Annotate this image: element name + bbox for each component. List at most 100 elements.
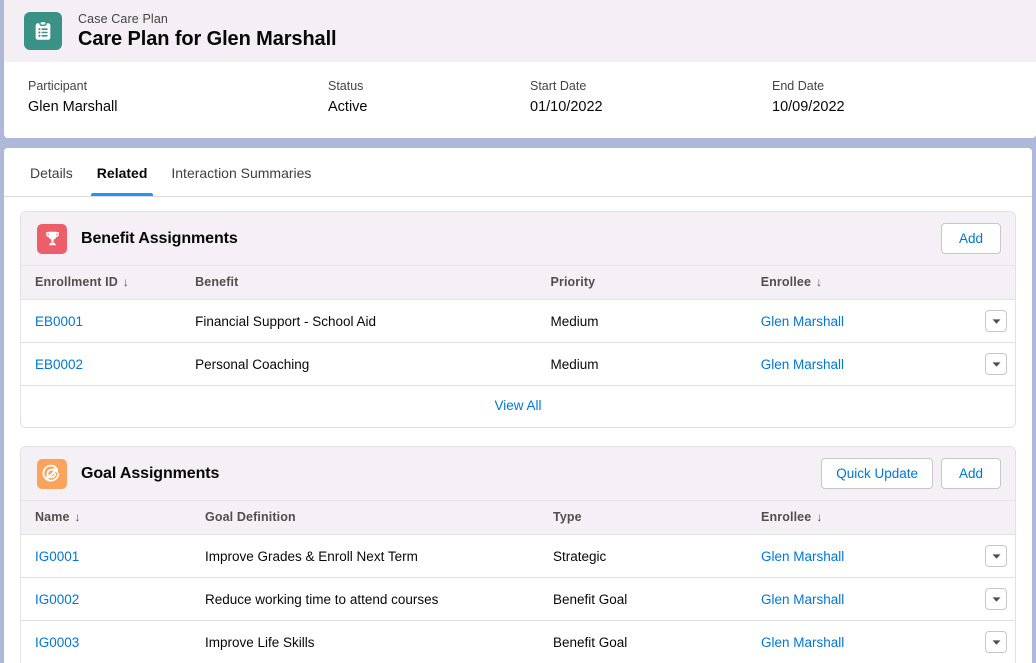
table-row: IG0003 Improve Life Skills Benefit Goal … xyxy=(21,620,1015,663)
benefit-assignments-table: Enrollment ID ↓ Benefit Priority Enrollee… xyxy=(21,266,1015,386)
row-actions-menu-button[interactable] xyxy=(985,353,1007,375)
record-link[interactable]: IG0002 xyxy=(35,592,79,607)
cell-row-actions xyxy=(957,577,1015,621)
column-header-enrollment-id[interactable]: Enrollment ID ↓ xyxy=(21,266,182,300)
cell-name: IG0001 xyxy=(21,534,191,578)
column-header-name[interactable]: Name ↓ xyxy=(21,501,191,535)
related-list-header: Goal Assignments Quick Update Add xyxy=(21,447,1015,501)
cell-type: Benefit Goal xyxy=(539,620,747,663)
tab-details[interactable]: Details xyxy=(18,164,85,196)
record-link[interactable]: Glen Marshall xyxy=(761,314,844,329)
cell-row-actions xyxy=(956,342,1015,386)
cell-row-actions xyxy=(956,299,1015,343)
field-label: Participant xyxy=(28,79,88,93)
record-link[interactable]: Glen Marshall xyxy=(761,549,844,564)
record-link[interactable]: IG0001 xyxy=(35,549,79,564)
tab-interaction-summaries[interactable]: Interaction Summaries xyxy=(159,164,323,196)
goal-target-icon xyxy=(37,458,67,489)
table-row: EB0001 Financial Support - School Aid Me… xyxy=(21,299,1015,343)
row-actions-menu-button[interactable] xyxy=(985,588,1007,610)
column-header-enrollee[interactable]: Enrollee ↓ xyxy=(747,501,957,535)
field-label: Status xyxy=(328,79,364,93)
record-link[interactable]: Glen Marshall xyxy=(761,635,844,650)
trophy-icon xyxy=(37,223,67,254)
related-list-title: Benefit Assignments xyxy=(81,229,238,247)
cell-row-actions xyxy=(957,620,1015,663)
table-header-row: Enrollment ID ↓ Benefit Priority Enrollee… xyxy=(21,266,1015,300)
field-status: Status Active xyxy=(328,78,530,138)
page-title: Care Plan for Glen Marshall xyxy=(78,27,337,50)
tab-related[interactable]: Related xyxy=(85,164,160,196)
cell-enrollment-id: EB0001 xyxy=(21,299,182,343)
field-value: Active xyxy=(328,99,368,115)
field-label: End Date xyxy=(772,79,825,93)
related-lists-container: Benefit Assignments Add Enrollment ID ↓ B… xyxy=(4,197,1032,663)
row-actions-menu-button[interactable] xyxy=(985,310,1007,332)
column-header-enrollee[interactable]: Enrollee ↓ xyxy=(746,266,957,300)
record-link[interactable]: EB0001 xyxy=(35,314,83,329)
sort-descending-icon: ↓ xyxy=(74,510,81,524)
record-page: Case Care Plan Care Plan for Glen Marsha… xyxy=(0,0,1036,663)
cell-enrollee: Glen Marshall xyxy=(746,342,957,386)
field-label: Start Date xyxy=(530,79,587,93)
record-type-label: Case Care Plan xyxy=(78,11,168,26)
cell-enrollee: Glen Marshall xyxy=(747,577,957,621)
field-end-date: End Date 10/09/2022 xyxy=(772,78,1012,138)
cell-goal-definition: Improve Grades & Enroll Next Term xyxy=(191,534,539,578)
cell-type: Strategic xyxy=(539,534,747,578)
column-header-type[interactable]: Type xyxy=(539,501,747,535)
view-all-link[interactable]: View All xyxy=(494,398,541,413)
column-header-priority[interactable]: Priority xyxy=(536,266,747,300)
goal-quick-update-button[interactable]: Quick Update xyxy=(821,458,933,489)
record-header: Case Care Plan Care Plan for Glen Marsha… xyxy=(4,0,1036,138)
row-actions-menu-button[interactable] xyxy=(985,545,1007,567)
column-header-actions xyxy=(956,266,1015,300)
record-highlight-fields: Participant Glen Marshall Status Active … xyxy=(4,62,1036,138)
goal-add-button[interactable]: Add xyxy=(941,458,1001,489)
cell-benefit: Personal Coaching xyxy=(181,342,537,386)
related-list-title: Goal Assignments xyxy=(81,464,220,482)
sort-descending-icon: ↓ xyxy=(816,510,823,524)
column-label: Enrollee xyxy=(761,510,812,524)
column-label: Name xyxy=(35,510,70,524)
column-label: Type xyxy=(553,510,582,524)
record-header-identity: Case Care Plan Care Plan for Glen Marsha… xyxy=(4,0,1036,62)
record-link[interactable]: Glen Marshall xyxy=(761,592,844,607)
field-start-date: Start Date 01/10/2022 xyxy=(530,78,772,138)
record-content-card: Details Related Interaction Summaries Be… xyxy=(4,148,1032,663)
clipboard-task-icon xyxy=(24,12,62,50)
related-list-actions: Add xyxy=(941,223,1001,254)
column-label: Goal Definition xyxy=(205,510,296,524)
row-actions-menu-button[interactable] xyxy=(985,631,1007,653)
tab-bar: Details Related Interaction Summaries xyxy=(4,148,1032,197)
benefit-add-button[interactable]: Add xyxy=(941,223,1001,254)
field-value: Glen Marshall xyxy=(28,99,118,115)
related-list-footer: View All xyxy=(21,386,1015,427)
table-row: EB0002 Personal Coaching Medium Glen Mar… xyxy=(21,342,1015,386)
related-list-benefit-assignments: Benefit Assignments Add Enrollment ID ↓ B… xyxy=(20,211,1016,428)
field-participant: Participant Glen Marshall xyxy=(28,78,328,138)
related-list-header: Benefit Assignments Add xyxy=(21,212,1015,266)
column-label: Priority xyxy=(550,275,596,289)
record-title-block: Case Care Plan Care Plan for Glen Marsha… xyxy=(78,11,337,52)
table-header-row: Name ↓ Goal Definition Type Enrollee ↓ xyxy=(21,501,1015,535)
field-value: 01/10/2022 xyxy=(530,99,603,115)
cell-goal-definition: Reduce working time to attend courses xyxy=(191,577,539,621)
column-header-benefit[interactable]: Benefit xyxy=(181,266,537,300)
column-label: Enrollment ID xyxy=(35,275,118,289)
sort-descending-icon: ↓ xyxy=(816,275,823,289)
sort-descending-icon: ↓ xyxy=(122,275,130,289)
column-header-actions xyxy=(957,501,1015,535)
cell-row-actions xyxy=(957,534,1015,578)
column-label: Enrollee xyxy=(760,275,812,289)
record-link[interactable]: EB0002 xyxy=(35,357,83,372)
record-link[interactable]: Glen Marshall xyxy=(761,357,844,372)
column-header-goal-definition[interactable]: Goal Definition xyxy=(191,501,539,535)
cell-priority: Medium xyxy=(536,342,747,386)
table-row: IG0001 Improve Grades & Enroll Next Term… xyxy=(21,534,1015,578)
cell-type: Benefit Goal xyxy=(539,577,747,621)
cell-name: IG0003 xyxy=(21,620,191,663)
cell-name: IG0002 xyxy=(21,577,191,621)
record-link[interactable]: IG0003 xyxy=(35,635,79,650)
goal-assignments-table: Name ↓ Goal Definition Type Enrollee ↓ IG0… xyxy=(21,501,1015,663)
